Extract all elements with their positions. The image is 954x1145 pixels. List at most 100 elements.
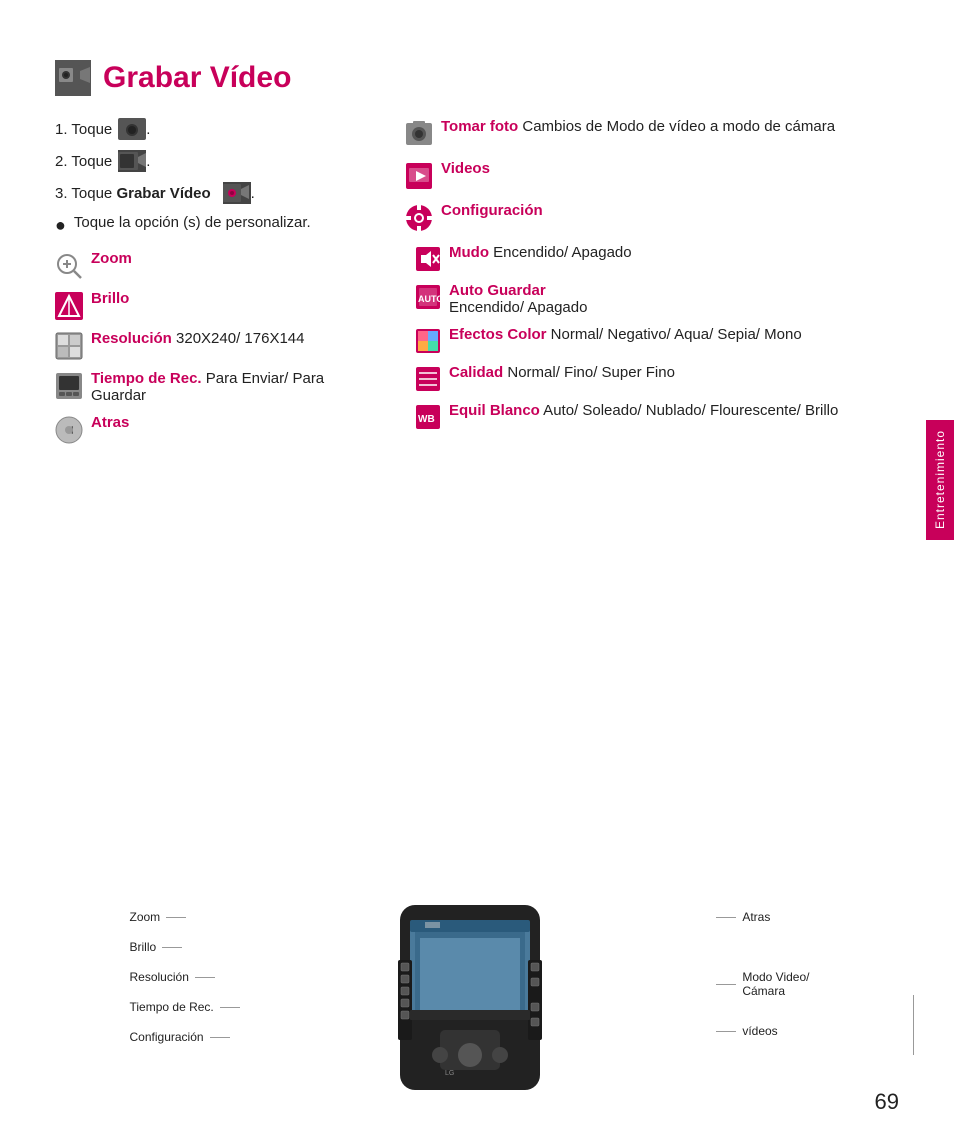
calidad-sub-icon [415, 366, 441, 392]
svg-text:WB: WB [418, 414, 435, 425]
calidad-icon [415, 366, 441, 392]
diag-zoom-label: Zoom [130, 910, 240, 924]
diag-modo-video-label: Modo Video/Cámara [716, 970, 809, 998]
mudo-icon [415, 246, 441, 272]
tiempo-text: Tiempo de Rec. Para Enviar/ Para Guardar [91, 370, 375, 404]
diag-zoom-text: Zoom [130, 910, 161, 924]
feature-atras: Atras [55, 414, 375, 444]
equil-blanco-text: Equil Blanco Auto/ Soleado/ Nublado/ Flo… [449, 402, 838, 419]
sub-auto-guardar: AUTO Auto Guardar Encendido/ Apagado [415, 282, 899, 316]
diag-atras-label: Atras [716, 910, 809, 924]
sub-items: Mudo Encendido/ Apagado AUTO Auto Guarda… [415, 244, 899, 430]
diagram-left-labels: Zoom Brillo Resolución Tiempo de Rec. Co… [130, 910, 240, 1044]
step-3-period: . [251, 185, 255, 202]
phone-image: US Cellular [370, 900, 570, 1100]
page-title: Grabar Vídeo [103, 61, 291, 95]
step-3-icon [223, 182, 251, 204]
diag-videos-label: vídeos [716, 1024, 809, 1038]
diag-tiempo-label: Tiempo de Rec. [130, 1000, 240, 1014]
step-1: 1. Toque . [55, 118, 375, 140]
diag-atras-line-left [716, 917, 736, 918]
auto-guardar-text: Auto Guardar Encendido/ Apagado [449, 282, 587, 316]
feature-tiempo: Tiempo de Rec. Para Enviar/ Para Guardar [55, 370, 375, 404]
zoom-icon [55, 252, 83, 280]
atras-feature-icon [55, 416, 83, 444]
efectos-color-icon [415, 328, 441, 354]
mudo-sub-icon [415, 246, 441, 272]
feature-brillo: Brillo [55, 290, 375, 320]
tomar-foto-feature-icon [405, 120, 433, 148]
diag-zoom-line [166, 917, 186, 918]
side-tab: Entretenimiento [926, 420, 954, 540]
diag-videos-right-text: vídeos [742, 1024, 777, 1038]
bullet-dot: ● [55, 215, 66, 236]
bullet-item: ● Toque la opción (s) de personalizar. [55, 214, 375, 236]
auto-guardar-sub-icon: AUTO [415, 284, 441, 310]
diag-tiempo-text: Tiempo de Rec. [130, 1000, 214, 1014]
left-column: 1. Toque . 2. Toque [55, 118, 375, 454]
feature-resolucion: Resolución 320X240/ 176X144 [55, 330, 375, 360]
diag-modo-video-text: Modo Video/Cámara [742, 970, 809, 998]
brillo-feature-icon [55, 292, 83, 320]
sub-mudo: Mudo Encendido/ Apagado [415, 244, 899, 272]
videos-label: Videos [441, 160, 490, 177]
mudo-text: Mudo Encendido/ Apagado [449, 244, 632, 261]
videos-feature-icon [405, 162, 433, 190]
side-tab-label: Entretenimiento [933, 430, 947, 529]
grabar-video-title-icon [56, 61, 90, 95]
diag-brillo-line [162, 947, 182, 948]
diag-resolucion-label: Resolución [130, 970, 240, 984]
tiempo-icon [55, 372, 83, 400]
configuracion-feature-icon [405, 204, 433, 232]
diagram-right-labels: Atras Modo Video/Cámara vídeos [716, 910, 809, 1038]
zoom-feature-icon [55, 252, 83, 280]
sub-calidad: Calidad Normal/ Fino/ Super Fino [415, 364, 899, 392]
brillo-label: Brillo [91, 290, 129, 307]
step-2-icon [118, 150, 146, 172]
diag-config-text: Configuración [130, 1030, 204, 1044]
diag-atras-text: Atras [742, 910, 770, 924]
bullet-text: Toque la opción (s) de personalizar. [74, 214, 311, 231]
sub-equil-blanco: WB Equil Blanco Auto/ Soleado/ Nublado/ … [415, 402, 899, 430]
sub-efectos-color: Efectos Color Normal/ Negativo/ Aqua/ Se… [415, 326, 899, 354]
feature-zoom: Zoom [55, 250, 375, 280]
diag-tiempo-line [220, 1007, 240, 1008]
diag-brillo-label: Brillo [130, 940, 240, 954]
atras-label: Atras [91, 414, 129, 431]
svg-text:AUTO: AUTO [418, 294, 441, 304]
step-1-period: . [146, 121, 150, 138]
diag-config-label: Configuración [130, 1030, 240, 1044]
step-3-text: 3. Toque Grabar Vídeo [55, 185, 211, 202]
diag-brillo-text: Brillo [130, 940, 157, 954]
title-icon [55, 60, 91, 96]
brillo-icon [55, 292, 83, 320]
tomar-foto-icon [405, 120, 433, 148]
main-content: Grabar Vídeo 1. Toque . 2. [55, 60, 899, 1035]
efectos-color-text: Efectos Color Normal/ Negativo/ Aqua/ Se… [449, 326, 802, 343]
diag-config-line [210, 1037, 230, 1038]
video-icon [118, 150, 146, 172]
resolucion-text: Resolución 320X240/ 176X144 [91, 330, 304, 347]
equil-blanco-sub-icon: WB [415, 404, 441, 430]
diag-modo-video-line-left [716, 984, 736, 985]
resolucion-icon [55, 332, 83, 360]
diag-videos-line-left [716, 1031, 736, 1032]
feature-tomar-foto: Tomar foto Cambios de Modo de vídeo a mo… [405, 118, 899, 148]
efectos-color-sub-icon [415, 328, 441, 354]
camera-icon [118, 118, 146, 140]
configuracion-icon [405, 204, 433, 232]
equil-blanco-icon: WB [415, 404, 441, 430]
diagram-container: US Cellular [130, 895, 810, 1105]
step-2: 2. Toque . [55, 150, 375, 172]
configuracion-label: Configuración [441, 202, 543, 219]
step-2-period: . [146, 153, 150, 170]
phone-svg: US Cellular [370, 900, 570, 1100]
title-area: Grabar Vídeo [55, 60, 899, 96]
diag-resolucion-line [195, 977, 215, 978]
step-3: 3. Toque Grabar Vídeo . [55, 182, 375, 204]
record-video-icon [223, 182, 251, 204]
step-1-icon [118, 118, 146, 140]
videos-icon [405, 162, 433, 190]
right-column: Tomar foto Cambios de Modo de vídeo a mo… [405, 118, 899, 454]
tiempo-feature-icon [55, 372, 83, 400]
